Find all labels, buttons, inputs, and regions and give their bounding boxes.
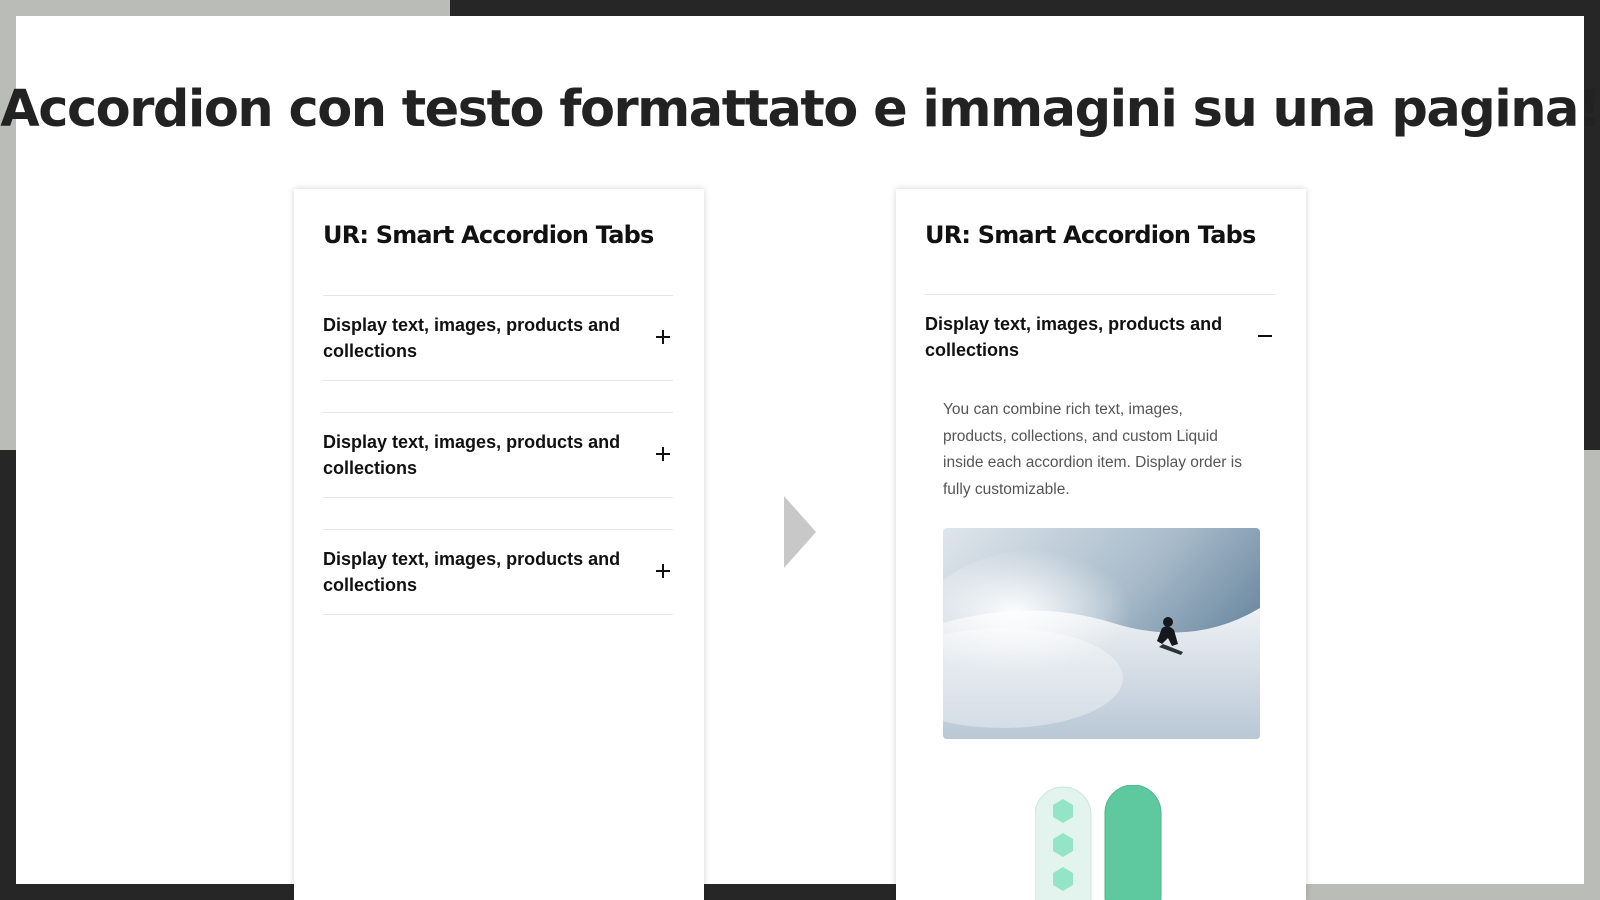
chevron-right-icon [784, 496, 816, 573]
minus-icon[interactable] [1257, 328, 1273, 344]
accordion-title: UR: Smart Accordion Tabs [925, 221, 1256, 249]
accordion-header[interactable]: Display text, images, products and colle… [323, 296, 673, 380]
accordion-item[interactable]: Display text, images, products and colle… [323, 529, 673, 615]
accordion-item[interactable]: Display text, images, products and colle… [323, 412, 673, 498]
accordion-header[interactable]: Display text, images, products and colle… [925, 295, 1275, 379]
accordion-body-text: You can combine rich text, images, produ… [943, 401, 1242, 498]
page-headline: Accordion con testo formattato e immagin… [0, 80, 1600, 139]
plus-icon[interactable] [655, 563, 671, 579]
plus-icon[interactable] [655, 329, 671, 345]
plus-icon[interactable] [655, 446, 671, 462]
accordion-item-label: Display text, images, products and colle… [323, 432, 621, 478]
snowboards-product-image [1035, 785, 1165, 900]
accordion-item[interactable]: Display text, images, products and colle… [323, 295, 673, 381]
accordion-header[interactable]: Display text, images, products and colle… [323, 530, 673, 614]
accordion-item-label: Display text, images, products and colle… [323, 315, 621, 361]
accordion-item-label: Display text, images, products and colle… [323, 549, 621, 595]
before-preview-panel: UR: Smart Accordion Tabs Display text, i… [294, 189, 704, 900]
slide-canvas [16, 16, 1584, 884]
accordion-title: UR: Smart Accordion Tabs [323, 221, 654, 249]
snowboarder-photo [943, 528, 1260, 739]
accordion-header[interactable]: Display text, images, products and colle… [323, 413, 673, 497]
after-preview-panel: UR: Smart Accordion Tabs Display text, i… [896, 189, 1306, 900]
accordion-item-expanded[interactable]: Display text, images, products and colle… [925, 294, 1275, 379]
accordion-item-label: Display text, images, products and colle… [925, 314, 1223, 360]
